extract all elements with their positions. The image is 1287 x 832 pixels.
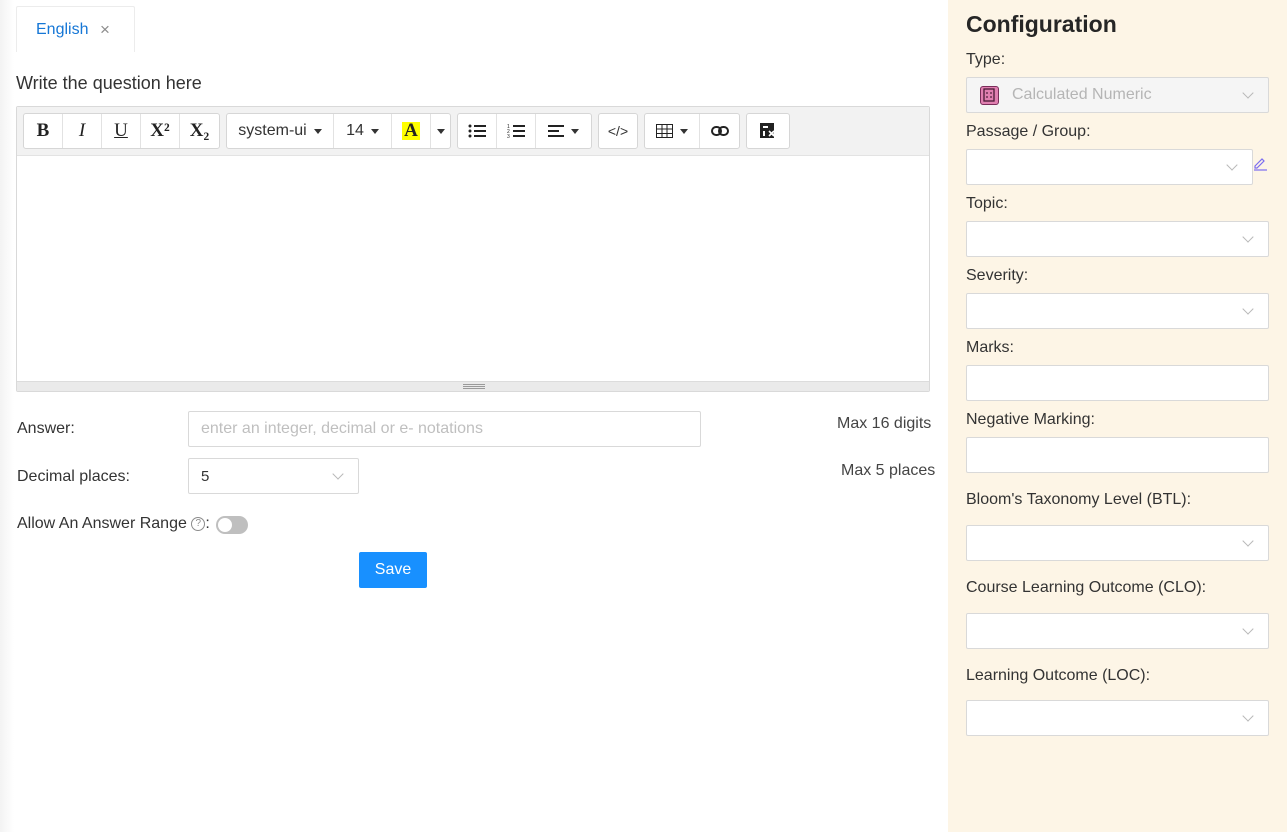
- chevron-down-icon: [332, 468, 344, 480]
- align-dropdown[interactable]: [536, 114, 591, 148]
- table-icon: [656, 124, 673, 138]
- type-label: Type:: [966, 51, 1006, 68]
- negative-marking-label: Negative Marking:: [966, 411, 1095, 428]
- underline-button[interactable]: U: [102, 114, 141, 148]
- loc-select[interactable]: [966, 700, 1269, 736]
- caret-down-icon: [436, 128, 445, 134]
- answer-range-label-row: Allow An Answer Range ?:: [17, 515, 210, 533]
- severity-label: Severity:: [966, 267, 1029, 284]
- insert-group: [644, 113, 740, 149]
- editor-content-area[interactable]: [17, 156, 929, 382]
- insert-formula-button[interactable]: [747, 114, 789, 148]
- type-select[interactable]: Calculated Numeric: [966, 77, 1269, 113]
- chevron-down-icon: [1242, 710, 1254, 722]
- font-family-dropdown[interactable]: system-ui: [227, 114, 334, 148]
- answer-input[interactable]: enter an integer, decimal or e- notation…: [188, 411, 701, 447]
- highlight-color-button[interactable]: A: [392, 114, 431, 148]
- chevron-down-icon: [1242, 87, 1254, 99]
- formula-group: [746, 113, 790, 149]
- editor-toolbar: B I U X² X₂ system-ui 14 A 1 2 3 </>: [17, 107, 929, 156]
- close-icon[interactable]: ×: [100, 21, 110, 39]
- table-dropdown[interactable]: [645, 114, 700, 148]
- editor-resize-handle[interactable]: [17, 381, 929, 391]
- answer-range-colon: :: [205, 515, 210, 532]
- passage-group-select[interactable]: [966, 149, 1253, 185]
- caret-down-icon: [313, 128, 322, 134]
- rich-text-editor: B I U X² X₂ system-ui 14 A 1 2 3 </>: [16, 106, 930, 392]
- svg-text:3: 3: [507, 134, 510, 139]
- clo-label: Course Learning Outcome (CLO):: [966, 579, 1207, 596]
- chevron-down-icon: [1242, 535, 1254, 547]
- chevron-down-icon: [1242, 303, 1254, 315]
- bold-button[interactable]: B: [24, 114, 63, 148]
- superscript-button[interactable]: X²: [141, 114, 180, 148]
- configuration-title: Configuration: [966, 11, 1117, 37]
- save-button[interactable]: Save: [359, 552, 427, 588]
- font-size-dropdown[interactable]: 14: [334, 114, 392, 148]
- answer-range-label: Allow An Answer Range: [17, 515, 187, 532]
- tab-label: English: [36, 21, 89, 38]
- formula-icon: [760, 123, 776, 138]
- link-icon: [710, 126, 729, 136]
- passage-group-label: Passage / Group:: [966, 123, 1091, 140]
- loc-label: Learning Outcome (LOC):: [966, 667, 1151, 684]
- numbered-list-button[interactable]: 123: [497, 114, 536, 148]
- question-editor-panel: English × Write the question here B I U …: [0, 0, 948, 832]
- btl-select[interactable]: [966, 525, 1269, 561]
- calculator-icon: [980, 86, 999, 105]
- font-family-value: system-ui: [238, 122, 307, 139]
- toggle-knob: [218, 518, 232, 532]
- question-prompt-label: Write the question here: [16, 73, 202, 93]
- severity-select[interactable]: [966, 293, 1269, 329]
- help-icon[interactable]: ?: [191, 516, 206, 531]
- code-view-button[interactable]: </>: [599, 114, 637, 148]
- btl-label: Bloom's Taxonomy Level (BTL):: [966, 491, 1192, 508]
- code-group: </>: [598, 113, 638, 149]
- edit-icon[interactable]: [1252, 155, 1268, 171]
- caret-down-icon: [680, 128, 688, 134]
- answer-placeholder: enter an integer, decimal or e- notation…: [201, 420, 483, 437]
- align-left-icon: [548, 125, 564, 137]
- paragraph-group: 123: [457, 113, 592, 149]
- text-style-group: B I U X² X₂: [23, 113, 220, 149]
- font-size-value: 14: [346, 122, 364, 139]
- marks-label: Marks:: [966, 339, 1014, 356]
- decimal-places-value: 5: [201, 468, 210, 485]
- chevron-down-icon: [1242, 623, 1254, 635]
- numbered-list-icon: 123: [507, 124, 525, 139]
- grip-icon: [463, 384, 485, 389]
- font-group: system-ui 14 A: [226, 113, 451, 149]
- configuration-panel: Configuration Type: Calculated Numeric P…: [948, 0, 1287, 832]
- caret-down-icon: [370, 128, 379, 134]
- decimal-places-hint: Max 5 places: [841, 462, 936, 479]
- bullet-list-button[interactable]: [458, 114, 497, 148]
- insert-link-button[interactable]: [700, 114, 739, 148]
- marks-input[interactable]: [966, 365, 1269, 401]
- italic-button[interactable]: I: [63, 114, 102, 148]
- clo-select[interactable]: [966, 613, 1269, 649]
- highlight-icon: A: [402, 120, 420, 141]
- subscript-button[interactable]: X₂: [180, 114, 219, 148]
- decimal-places-label: Decimal places:: [17, 468, 130, 485]
- caret-down-icon: [571, 128, 579, 134]
- highlight-color-dropdown[interactable]: [431, 114, 450, 148]
- bullet-list-icon: [468, 124, 486, 138]
- topic-select[interactable]: [966, 221, 1269, 257]
- type-value: Calculated Numeric: [1012, 86, 1152, 103]
- topic-label: Topic:: [966, 195, 1008, 212]
- answer-max-digits-hint: Max 16 digits: [837, 415, 932, 432]
- negative-marking-input[interactable]: [966, 437, 1269, 473]
- answer-range-toggle[interactable]: [216, 516, 248, 534]
- decimal-places-select[interactable]: 5: [188, 458, 359, 494]
- answer-label: Answer:: [17, 420, 75, 437]
- chevron-down-icon: [1242, 231, 1254, 243]
- tab-english[interactable]: English ×: [16, 6, 135, 52]
- panel-shadow: [0, 0, 14, 832]
- chevron-down-icon: [1226, 159, 1238, 171]
